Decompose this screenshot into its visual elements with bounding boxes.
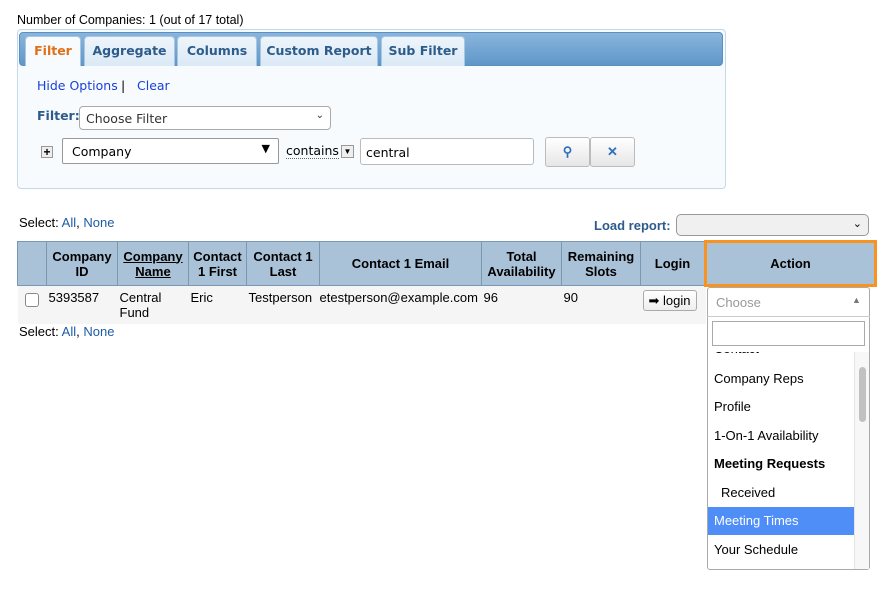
option-received[interactable]: Received	[708, 479, 854, 507]
header-select	[17, 241, 47, 286]
row-checkbox[interactable]	[25, 293, 39, 307]
tab-custom-report[interactable]: Custom Report	[260, 36, 378, 66]
option-profile[interactable]: Profile	[708, 393, 854, 421]
cell-contact-first: Eric	[188, 285, 247, 324]
operator-label[interactable]: contains	[286, 143, 339, 159]
header-login: Login	[640, 241, 706, 286]
add-filter-icon[interactable]: +	[41, 146, 53, 158]
company-count: Number of Companies: 1 (out of 17 total)	[17, 13, 244, 27]
cell-email: etestperson@example.com	[319, 285, 482, 324]
tab-filter[interactable]: Filter	[25, 36, 81, 66]
tab-sub-filter[interactable]: Sub Filter	[381, 36, 465, 66]
load-report-label: Load report:	[594, 218, 671, 233]
filter-field-value: Company	[72, 144, 132, 159]
option-availability[interactable]: 1-On-1 Availability	[708, 422, 854, 450]
cell-company-id: 5393587	[46, 285, 118, 324]
header-remaining-slots[interactable]: Remaining Slots	[561, 241, 641, 286]
option-meeting-times[interactable]: Meeting Times	[708, 507, 854, 535]
tab-aggregate[interactable]: Aggregate	[84, 36, 175, 66]
close-icon: ✕	[607, 144, 618, 159]
login-label: login	[663, 293, 691, 308]
header-company-name[interactable]: Company Name	[117, 241, 189, 286]
select-label: Select:	[19, 324, 59, 339]
clear-filter-button[interactable]: ✕	[590, 137, 635, 167]
option-your-schedule[interactable]: Your Schedule	[708, 536, 854, 564]
search-button[interactable]: ⚲	[545, 137, 590, 167]
cell-total: 96	[481, 285, 562, 324]
choose-filter-value: Choose Filter	[86, 111, 168, 126]
header-contact-last[interactable]: Contact 1 Last	[246, 241, 320, 286]
filter-field-select[interactable]: Company ▼	[62, 138, 279, 164]
operator-dropdown-icon[interactable]: ▼	[341, 145, 354, 158]
option-group-meeting-requests: Meeting Requests	[714, 456, 826, 471]
select-all-link[interactable]: All	[62, 324, 76, 339]
sign-in-icon: ➡	[648, 293, 660, 308]
action-placeholder: Choose	[716, 295, 761, 310]
header-contact-first[interactable]: Contact 1 First	[188, 241, 247, 286]
search-icon: ⚲	[562, 144, 573, 159]
select-top: Select: All, None	[19, 215, 114, 230]
chevron-down-icon: ⌄	[852, 218, 862, 230]
scrollbar-thumb[interactable]	[859, 367, 866, 422]
hide-options-link[interactable]: Hide Options	[37, 78, 118, 93]
filter-label: Filter:	[37, 108, 80, 123]
cell-remaining: 90	[561, 285, 641, 324]
comma: ,	[76, 215, 80, 230]
load-report-select[interactable]: ⌄	[676, 214, 869, 236]
header-action: Action	[704, 240, 877, 287]
cell-company-name: Central Fund	[117, 285, 189, 324]
separator: |	[121, 78, 126, 93]
option-company-reps[interactable]: Company Reps	[708, 365, 854, 393]
login-button[interactable]: ➡ login	[642, 290, 697, 311]
chevron-down-icon: ⌄	[315, 110, 324, 121]
clear-link[interactable]: Clear	[137, 78, 170, 93]
select-bottom: Select: All, None	[19, 324, 114, 339]
select-none-link[interactable]: None	[83, 215, 114, 230]
filter-value-input[interactable]: central	[360, 138, 534, 165]
action-search-input[interactable]	[712, 321, 865, 346]
cell-contact-last: Testperson	[246, 285, 320, 324]
header-company-id[interactable]: Company ID	[46, 241, 118, 286]
tab-columns[interactable]: Columns	[177, 36, 257, 66]
header-total-availability[interactable]: Total Availability	[481, 241, 562, 286]
option-contact[interactable]: Contact	[708, 352, 854, 363]
header-email[interactable]: Contact 1 Email	[319, 241, 482, 286]
comma: ,	[76, 324, 80, 339]
caret-up-icon: ▲	[852, 295, 861, 305]
select-all-link[interactable]: All	[62, 215, 76, 230]
choose-filter-select[interactable]: Choose Filter ⌄	[79, 106, 331, 130]
select-label: Select:	[19, 215, 59, 230]
select-none-link[interactable]: None	[83, 324, 114, 339]
caret-down-icon: ▼	[261, 142, 270, 155]
scrollbar[interactable]	[854, 352, 869, 569]
